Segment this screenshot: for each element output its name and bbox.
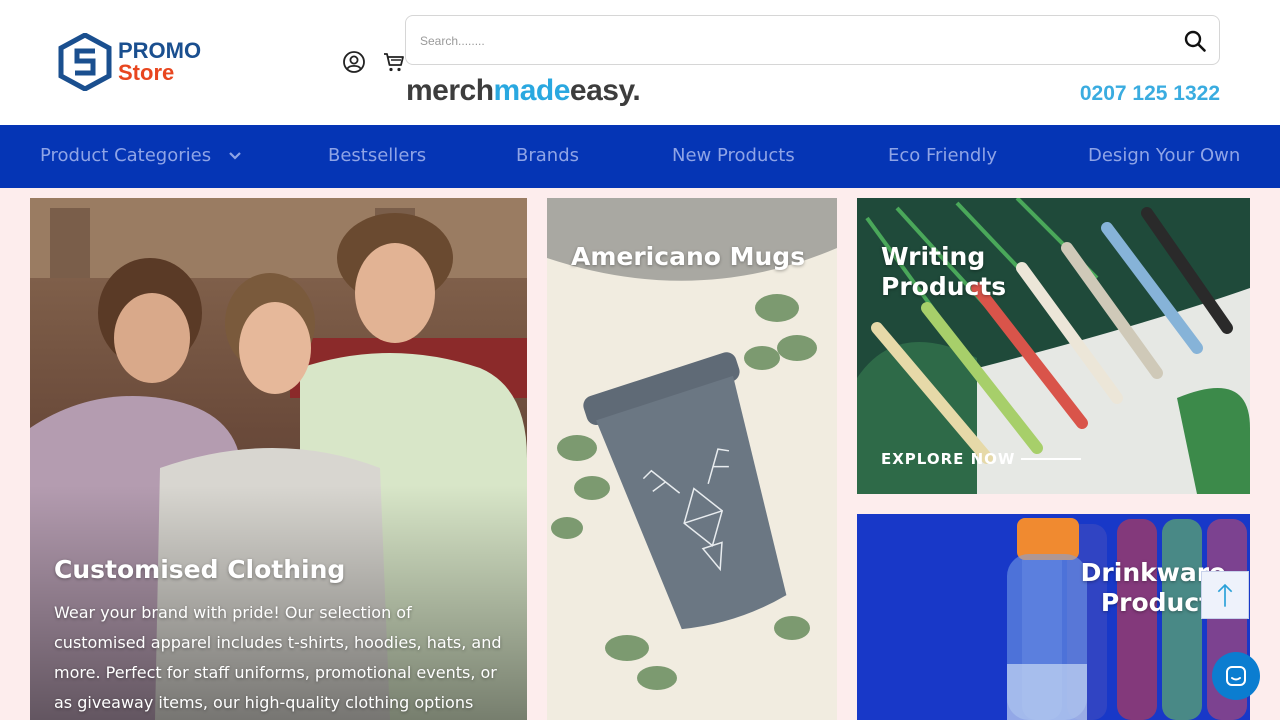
tile-title: Drinkware Products xyxy=(1080,558,1226,617)
tile-writing-products[interactable]: Writing Products EXPLORE NOW xyxy=(857,198,1250,494)
nav-item-eco-friendly[interactable]: Eco Friendly xyxy=(888,145,997,166)
chat-icon xyxy=(1226,666,1246,686)
cart-icon[interactable] xyxy=(382,50,406,74)
explore-underline xyxy=(1021,458,1082,460)
merchmadeeasy-logo[interactable]: merchmadeeasy. xyxy=(406,74,641,108)
tile-title: Americano Mugs xyxy=(571,242,806,271)
nav-item-brands[interactable]: Brands xyxy=(516,145,579,166)
category-grid: Customised Clothing Wear your brand with… xyxy=(0,188,1280,720)
chevron-down-icon xyxy=(229,152,241,160)
logo-text-promo: PROMO xyxy=(118,38,202,63)
tile-title: Writing Products xyxy=(881,242,1007,301)
search-input[interactable] xyxy=(420,30,1140,52)
mug-photo xyxy=(547,198,837,720)
tile-customised-clothing[interactable]: Customised Clothing Wear your brand with… xyxy=(30,198,527,720)
nav-item-new-products[interactable]: New Products xyxy=(672,145,795,166)
tile-drinkware-products[interactable]: Drinkware Products xyxy=(857,514,1250,720)
promo-store-logo-mark xyxy=(58,33,112,91)
merch-logo-part2: made xyxy=(493,74,571,107)
nav-item-product-categories[interactable]: Product Categories xyxy=(40,145,241,166)
tile-americano-mugs[interactable]: Americano Mugs xyxy=(547,198,837,720)
logo-text-store: Store xyxy=(118,60,175,85)
back-to-top-button[interactable] xyxy=(1201,571,1249,619)
tile-description: Wear your brand with pride! Our selectio… xyxy=(54,603,502,712)
promo-store-logo[interactable]: PROMO Store xyxy=(58,33,201,91)
nav-item-label: Product Categories xyxy=(40,145,212,166)
search-icon[interactable] xyxy=(1183,29,1207,53)
chat-launcher-button[interactable] xyxy=(1212,652,1260,700)
explore-now-link[interactable]: EXPLORE NOW xyxy=(881,450,1082,468)
arrow-up-icon xyxy=(1217,583,1233,607)
user-icon[interactable] xyxy=(342,50,366,74)
phone-number[interactable]: 0207 125 1322 xyxy=(1080,82,1220,106)
explore-now-label: EXPLORE NOW xyxy=(881,450,1016,468)
nav-item-bestsellers[interactable]: Bestsellers xyxy=(328,145,426,166)
main-nav: Product Categories Bestsellers Brands Ne… xyxy=(0,125,1280,188)
merch-logo-part3: easy. xyxy=(569,74,641,107)
search-bar xyxy=(405,15,1220,65)
tile-title: Customised Clothing xyxy=(54,555,346,584)
merch-logo-part1: merch xyxy=(406,74,494,107)
site-header: PROMO Store merchmadeeasy. 0207 125 xyxy=(0,0,1280,125)
nav-item-design-your-own[interactable]: Design Your Own xyxy=(1088,145,1240,166)
